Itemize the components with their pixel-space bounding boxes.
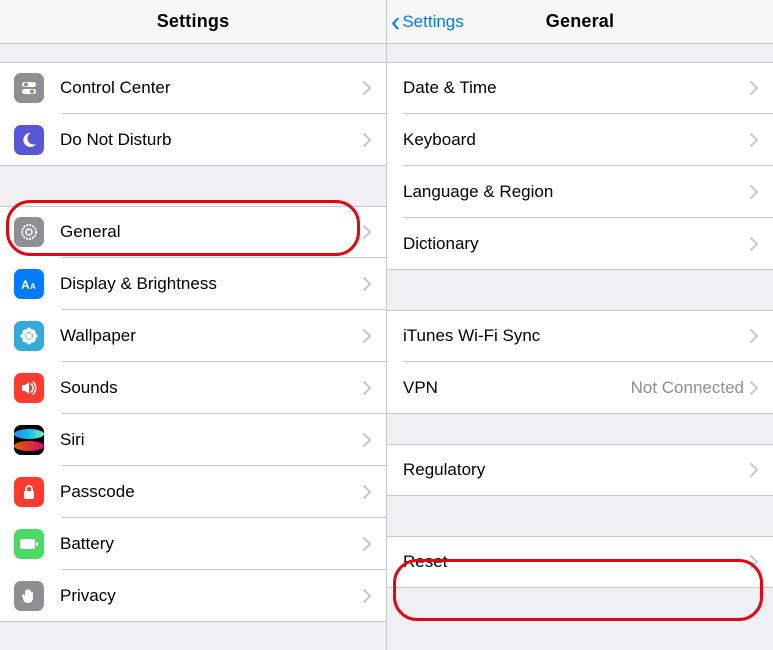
- settings-navbar: Settings: [0, 0, 386, 44]
- row-label: Sounds: [60, 378, 363, 398]
- lock-icon: [14, 477, 44, 507]
- group-gap: [387, 496, 773, 536]
- group-gap: [0, 166, 386, 206]
- general-row-language-region[interactable]: Language & Region: [387, 166, 773, 218]
- chevron-right-icon: [750, 463, 759, 477]
- settings-row-general[interactable]: General: [0, 206, 386, 258]
- row-label: Keyboard: [403, 130, 750, 150]
- general-row-vpn[interactable]: VPN Not Connected: [387, 362, 773, 414]
- row-label: Display & Brightness: [60, 274, 363, 294]
- chevron-right-icon: [750, 329, 759, 343]
- chevron-right-icon: [750, 81, 759, 95]
- row-label: Reset: [403, 552, 750, 572]
- general-scroll[interactable]: Date & Time Keyboard Language & Region D…: [387, 44, 773, 650]
- chevron-right-icon: [363, 485, 372, 499]
- chevron-right-icon: [750, 555, 759, 569]
- settings-row-sounds[interactable]: Sounds: [0, 362, 386, 414]
- row-label: Regulatory: [403, 460, 750, 480]
- row-label: Wallpaper: [60, 326, 363, 346]
- group-gap: [387, 588, 773, 618]
- speaker-icon: [14, 373, 44, 403]
- settings-row-privacy[interactable]: Privacy: [0, 570, 386, 622]
- row-label: Passcode: [60, 482, 363, 502]
- settings-pane: Settings Control Center Do Not Disturb G…: [0, 0, 386, 650]
- general-row-itunes-wifi-sync[interactable]: iTunes Wi-Fi Sync: [387, 310, 773, 362]
- toggles-icon: [14, 73, 44, 103]
- svg-text:A: A: [21, 278, 30, 292]
- group-gap: [387, 44, 773, 62]
- chevron-right-icon: [363, 277, 372, 291]
- chevron-right-icon: [363, 133, 372, 147]
- gear-icon: [14, 217, 44, 247]
- chevron-right-icon: [750, 133, 759, 147]
- text-size-icon: AA: [14, 269, 44, 299]
- row-label: Language & Region: [403, 182, 750, 202]
- siri-icon: [14, 425, 44, 455]
- row-label: iTunes Wi-Fi Sync: [403, 326, 750, 346]
- chevron-right-icon: [750, 237, 759, 251]
- settings-scroll[interactable]: Control Center Do Not Disturb General AA…: [0, 44, 386, 650]
- settings-row-control-center[interactable]: Control Center: [0, 62, 386, 114]
- chevron-left-icon: ‹: [391, 8, 400, 36]
- general-pane: ‹ Settings General Date & Time Keyboard …: [386, 0, 773, 650]
- group-gap: [387, 414, 773, 444]
- row-label: Date & Time: [403, 78, 750, 98]
- back-button[interactable]: ‹ Settings: [391, 4, 472, 40]
- row-label: Siri: [60, 430, 363, 450]
- flower-icon: [14, 321, 44, 351]
- chevron-right-icon: [363, 589, 372, 603]
- svg-text:A: A: [30, 282, 36, 291]
- moon-icon: [14, 125, 44, 155]
- chevron-right-icon: [750, 185, 759, 199]
- hand-icon: [14, 581, 44, 611]
- chevron-right-icon: [363, 225, 372, 239]
- row-label: Dictionary: [403, 234, 750, 254]
- chevron-right-icon: [363, 537, 372, 551]
- general-row-dictionary[interactable]: Dictionary: [387, 218, 773, 270]
- row-label: Privacy: [60, 586, 363, 606]
- back-label: Settings: [402, 12, 463, 32]
- chevron-right-icon: [363, 329, 372, 343]
- general-row-regulatory[interactable]: Regulatory: [387, 444, 773, 496]
- battery-icon: [14, 529, 44, 559]
- row-label: Battery: [60, 534, 363, 554]
- chevron-right-icon: [363, 81, 372, 95]
- row-label: Do Not Disturb: [60, 130, 363, 150]
- settings-row-display-brightness[interactable]: AA Display & Brightness: [0, 258, 386, 310]
- settings-row-siri[interactable]: Siri: [0, 414, 386, 466]
- row-label: VPN: [403, 378, 631, 398]
- general-row-keyboard[interactable]: Keyboard: [387, 114, 773, 166]
- group-gap: [387, 270, 773, 310]
- settings-row-battery[interactable]: Battery: [0, 518, 386, 570]
- chevron-right-icon: [363, 381, 372, 395]
- general-row-date-time[interactable]: Date & Time: [387, 62, 773, 114]
- settings-row-do-not-disturb[interactable]: Do Not Disturb: [0, 114, 386, 166]
- general-navbar: ‹ Settings General: [387, 0, 773, 44]
- settings-title: Settings: [157, 11, 230, 32]
- row-label: General: [60, 222, 363, 242]
- group-gap: [0, 44, 386, 62]
- general-row-reset[interactable]: Reset: [387, 536, 773, 588]
- row-label: Control Center: [60, 78, 363, 98]
- row-detail: Not Connected: [631, 378, 744, 398]
- chevron-right-icon: [750, 381, 759, 395]
- chevron-right-icon: [363, 433, 372, 447]
- group-gap: [0, 622, 386, 640]
- settings-row-passcode[interactable]: Passcode: [0, 466, 386, 518]
- general-title: General: [546, 11, 614, 32]
- settings-row-wallpaper[interactable]: Wallpaper: [0, 310, 386, 362]
